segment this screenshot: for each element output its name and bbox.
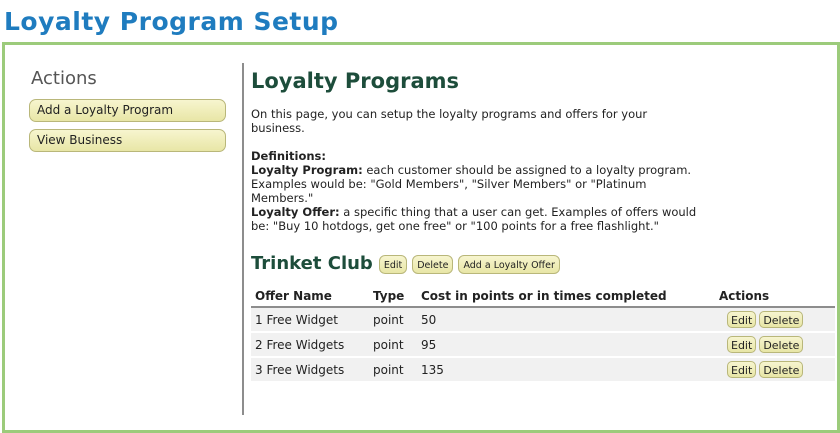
loyalty-offer-term: Loyalty Offer:	[251, 205, 340, 219]
edit-offer-button[interactable]: Edit	[727, 336, 757, 353]
program-header: Trinket Club Edit Delete Add a Loyalty O…	[251, 251, 835, 277]
offer-name-cell: 2 Free Widgets	[251, 332, 369, 358]
delete-program-button[interactable]: Delete	[412, 254, 454, 274]
main-content: Loyalty Programs On this page, you can s…	[251, 67, 835, 383]
offer-actions-cell: Edit Delete	[709, 332, 835, 358]
edit-program-button[interactable]: Edit	[378, 254, 408, 274]
offer-actions-cell: Edit Delete	[709, 307, 835, 333]
actions-sidebar: Actions Add a Loyalty Program View Busin…	[29, 67, 226, 159]
edit-offer-button[interactable]: Edit	[727, 361, 757, 378]
loyalty-program-term: Loyalty Program:	[251, 163, 363, 177]
offer-type-cell: point	[369, 307, 417, 333]
delete-offer-button[interactable]: Delete	[759, 311, 804, 328]
table-header-row: Offer Name Type Cost in points or in tim…	[251, 286, 835, 308]
content-frame: Actions Add a Loyalty Program View Busin…	[2, 42, 840, 433]
offer-name-cell: 1 Free Widget	[251, 307, 369, 333]
add-loyalty-program-button[interactable]: Add a Loyalty Program	[29, 99, 226, 122]
delete-offer-button[interactable]: Delete	[759, 336, 804, 353]
intro-text: On this page, you can setup the loyalty …	[251, 107, 648, 135]
column-header-type: Type	[369, 286, 417, 308]
page-title: Loyalty Program Setup	[4, 7, 339, 36]
definitions-heading: Definitions:	[251, 149, 326, 163]
offers-table: Offer Name Type Cost in points or in tim…	[251, 286, 835, 383]
offer-cost-cell: 95	[417, 332, 709, 358]
offer-actions-cell: Edit Delete	[709, 357, 835, 383]
table-row: 3 Free Widgets point 135 Edit Delete	[251, 357, 835, 383]
table-row: 2 Free Widgets point 95 Edit Delete	[251, 332, 835, 358]
column-header-cost: Cost in points or in times completed	[417, 286, 709, 308]
offer-type-cell: point	[369, 357, 417, 383]
main-heading: Loyalty Programs	[251, 69, 460, 93]
edit-offer-button[interactable]: Edit	[727, 311, 757, 328]
offer-cost-cell: 50	[417, 307, 709, 333]
column-header-offer-name: Offer Name	[251, 286, 369, 308]
definitions: Definitions: Loyalty Program: each custo…	[251, 149, 701, 233]
program-name: Trinket Club	[251, 253, 373, 274]
add-loyalty-offer-button[interactable]: Add a Loyalty Offer	[458, 254, 560, 274]
view-business-button[interactable]: View Business	[29, 129, 226, 152]
delete-offer-button[interactable]: Delete	[759, 361, 804, 378]
offer-cost-cell: 135	[417, 357, 709, 383]
page: Loyalty Program Setup Actions Add a Loya…	[0, 0, 840, 433]
column-header-actions: Actions	[709, 286, 835, 308]
offer-name-cell: 3 Free Widgets	[251, 357, 369, 383]
offer-type-cell: point	[369, 332, 417, 358]
table-row: 1 Free Widget point 50 Edit Delete	[251, 307, 835, 333]
sidebar-heading: Actions	[31, 68, 97, 89]
vertical-divider	[242, 63, 244, 415]
